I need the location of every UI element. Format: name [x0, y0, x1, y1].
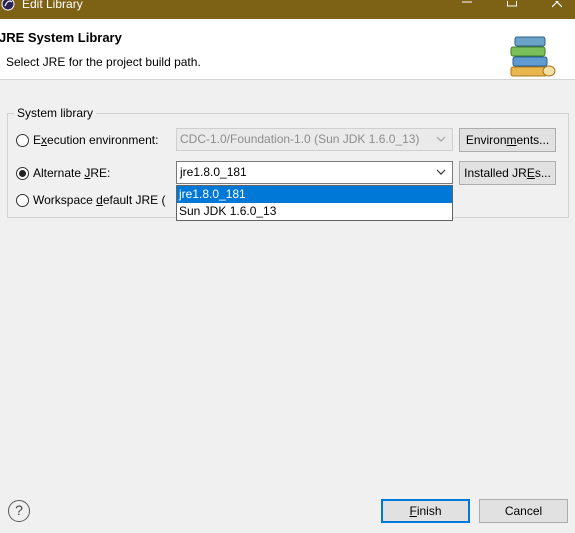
chevron-down-icon [436, 136, 446, 142]
dialog-description: Select JRE for the project build path. [6, 55, 201, 69]
finish-button[interactable]: Finish [381, 499, 470, 523]
dialog-title: JRE System Library [0, 30, 122, 45]
cancel-button[interactable]: Cancel [479, 499, 568, 523]
minimize-icon [462, 1, 472, 3]
eclipse-app-icon [1, 0, 15, 11]
radio-button[interactable] [16, 193, 29, 207]
execution-environment-radio[interactable]: Execution environment: [16, 133, 158, 147]
alternate-jre-select[interactable]: jre1.8.0_181 [176, 161, 453, 184]
dropdown-option[interactable]: Sun JDK 1.6.0_13 [177, 203, 452, 220]
minimize-button[interactable] [452, 0, 482, 18]
environments-button[interactable]: Environments... [459, 128, 556, 152]
installed-jres-button[interactable]: Installed JREs... [459, 161, 556, 185]
system-library-legend: System library [14, 106, 97, 120]
alternate-jre-radio[interactable]: Alternate JRE: [16, 166, 110, 180]
help-icon[interactable]: ? [8, 500, 30, 522]
title-bar: Edit Library [0, 0, 575, 19]
radio-button-checked[interactable] [16, 166, 29, 180]
dialog-header: JRE System Library Select JRE for the pr… [0, 19, 575, 80]
alternate-jre-label: Alternate JRE: [33, 166, 111, 180]
dropdown-option[interactable]: jre1.8.0_181 [177, 186, 452, 203]
close-icon [552, 1, 562, 8]
alternate-jre-dropdown-list[interactable]: jre1.8.0_181 Sun JDK 1.6.0_13 [176, 185, 453, 221]
chevron-down-icon [436, 169, 446, 175]
window-title: Edit Library [22, 0, 83, 11]
maximize-icon [507, 1, 517, 7]
library-books-icon [510, 36, 556, 77]
workspace-default-jre-radio[interactable]: Workspace default JRE ( [16, 193, 166, 207]
execution-environment-select[interactable]: CDC-1.0/Foundation-1.0 (Sun JDK 1.6.0_13… [176, 128, 453, 151]
execution-environment-label: Execution environment: [33, 133, 159, 147]
maximize-button[interactable] [497, 0, 527, 18]
workspace-default-jre-label: Workspace default JRE ( [33, 193, 166, 207]
radio-button[interactable] [16, 133, 29, 147]
close-button[interactable] [542, 0, 572, 18]
